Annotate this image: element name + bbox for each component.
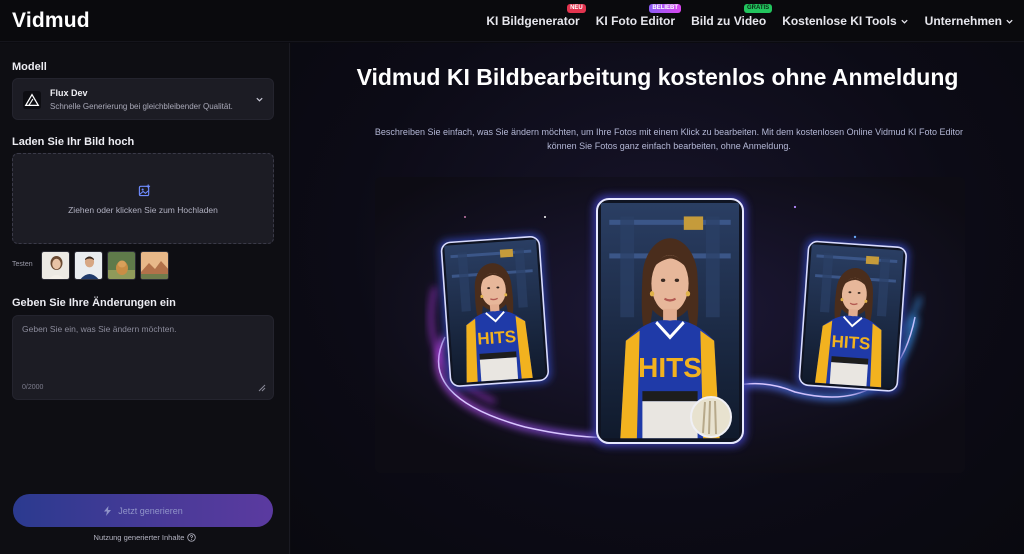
flux-logo-icon <box>23 91 41 109</box>
sample-image-dog[interactable] <box>107 251 136 280</box>
generate-label: Jetzt generieren <box>118 505 183 516</box>
nav-label: KI Bildgenerator <box>486 14 580 28</box>
sample-landscape-photo <box>141 252 168 279</box>
nav-unternehmen[interactable]: Unternehmen <box>925 14 1014 28</box>
usage-terms-link[interactable]: Nutzung generierter Inhalte <box>0 533 290 542</box>
card-right-text: HITS <box>831 332 871 354</box>
nav-label: KI Foto Editor <box>595 14 676 28</box>
nav-ki-foto-editor[interactable]: KI Foto Editor BELIEBT <box>595 4 682 28</box>
chevron-down-icon <box>1006 19 1013 24</box>
popular-badge: BELIEBT <box>649 4 682 13</box>
main-content: Vidmud KI Bildbearbeitung kostenlos ohne… <box>291 43 1024 554</box>
sample-image-woman[interactable] <box>41 251 70 280</box>
main-nav: KI Bildgenerator NEU KI Foto Editor BELI… <box>486 0 1014 42</box>
nav-ki-bildgenerator[interactable]: KI Bildgenerator NEU <box>486 4 586 28</box>
model-select[interactable]: Flux Dev Schnelle Generierung bei gleich… <box>12 78 274 120</box>
hero-image: HITS HITS HITS <box>375 177 965 473</box>
model-label: Modell <box>12 61 47 73</box>
image-upload-icon <box>138 184 151 197</box>
try-samples-label: Testen <box>12 261 33 268</box>
sample-man-portrait <box>75 252 102 279</box>
image-upload-dropzone[interactable]: Ziehen oder klicken Sie zum Hochladen <box>12 153 274 244</box>
upload-hint: Ziehen oder klicken Sie zum Hochladen <box>68 205 218 215</box>
sample-image-landscape[interactable] <box>140 251 169 280</box>
chevron-down-icon <box>256 97 263 102</box>
card-left-text: HITS <box>477 327 517 349</box>
nav-label: Unternehmen <box>924 14 1002 28</box>
character-counter: 0/2000 <box>22 384 44 391</box>
generate-button[interactable]: Jetzt generieren <box>13 494 273 527</box>
usage-label: Nutzung generierter Inhalte <box>93 533 185 542</box>
page-subtitle: Beschreiben Sie einfach, was Sie ändern … <box>374 127 964 151</box>
lightning-icon <box>104 505 112 516</box>
nav-bild-zu-video[interactable]: Bild zu Video GRATIS <box>691 4 773 28</box>
sample-woman-portrait <box>42 252 69 279</box>
page-title: Vidmud KI Bildbearbeitung kostenlos ohne… <box>356 64 959 90</box>
nav-kostenlose-ki-tools[interactable]: Kostenlose KI Tools <box>782 14 908 28</box>
prompt-label: Geben Sie Ihre Änderungen ein <box>12 297 176 309</box>
card-center-text: HITS <box>638 352 702 383</box>
chevron-down-icon <box>901 19 908 24</box>
nav-label: Bild zu Video <box>691 14 767 28</box>
hero-illustration: HITS HITS HITS <box>375 177 965 473</box>
nav-label: Kostenlose KI Tools <box>782 14 897 28</box>
resize-handle-icon[interactable] <box>258 384 266 392</box>
new-badge: NEU <box>567 4 586 13</box>
logo[interactable]: Vidmud <box>12 9 90 33</box>
help-circle-icon <box>187 533 197 542</box>
free-badge: GRATIS <box>743 4 773 13</box>
model-description: Schnelle Generierung bei gleichbleibende… <box>50 102 233 111</box>
prompt-input[interactable] <box>13 316 273 399</box>
upload-label: Laden Sie Ihr Bild hoch <box>12 136 135 148</box>
model-name: Flux Dev <box>50 88 88 98</box>
top-navigation: Vidmud KI Bildgenerator NEU KI Foto Edit… <box>0 0 1024 42</box>
prompt-box: 0/2000 <box>12 315 274 400</box>
sample-dog-photo <box>108 252 135 279</box>
sample-image-man[interactable] <box>74 251 103 280</box>
